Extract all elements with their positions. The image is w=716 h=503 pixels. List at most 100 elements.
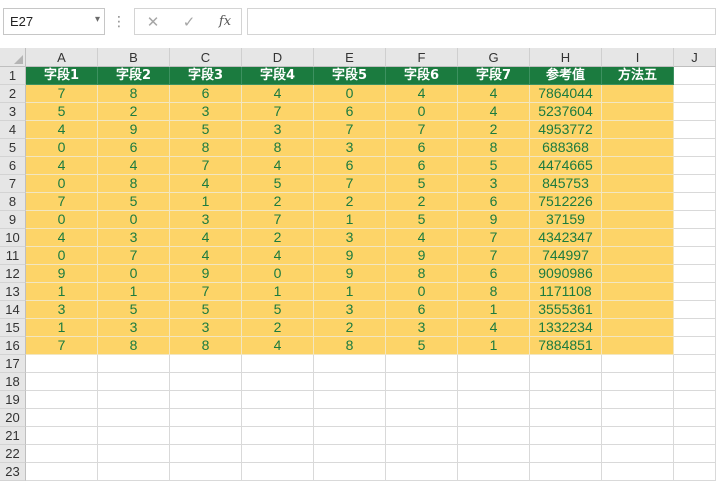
cell-h7[interactable]: 845753 bbox=[530, 175, 602, 193]
cell-g13[interactable]: 8 bbox=[458, 283, 530, 301]
cell-b13[interactable]: 1 bbox=[98, 283, 170, 301]
cell-i12[interactable] bbox=[602, 265, 674, 283]
cell-b9[interactable]: 0 bbox=[98, 211, 170, 229]
chevron-down-icon[interactable]: ▾ bbox=[95, 14, 100, 25]
column-header-e[interactable]: E bbox=[314, 48, 386, 67]
cell-g17[interactable] bbox=[458, 355, 530, 373]
cell-d11[interactable]: 4 bbox=[242, 247, 314, 265]
cell-c11[interactable]: 4 bbox=[170, 247, 242, 265]
cell-j1[interactable] bbox=[674, 67, 716, 85]
row-header-6[interactable]: 6 bbox=[0, 157, 26, 175]
cell-f14[interactable]: 6 bbox=[386, 301, 458, 319]
cell-d19[interactable] bbox=[242, 391, 314, 409]
cell-e9[interactable]: 1 bbox=[314, 211, 386, 229]
cell-a8[interactable]: 7 bbox=[26, 193, 98, 211]
cell-e20[interactable] bbox=[314, 409, 386, 427]
cell-j12[interactable] bbox=[674, 265, 716, 283]
row-header-7[interactable]: 7 bbox=[0, 175, 26, 193]
cell-h16[interactable]: 7884851 bbox=[530, 337, 602, 355]
cell-j21[interactable] bbox=[674, 427, 716, 445]
cell-b5[interactable]: 6 bbox=[98, 139, 170, 157]
row-header-8[interactable]: 8 bbox=[0, 193, 26, 211]
cell-g4[interactable]: 2 bbox=[458, 121, 530, 139]
cell-b8[interactable]: 5 bbox=[98, 193, 170, 211]
cell-e5[interactable]: 3 bbox=[314, 139, 386, 157]
cell-j11[interactable] bbox=[674, 247, 716, 265]
cell-f16[interactable]: 5 bbox=[386, 337, 458, 355]
cell-d14[interactable]: 5 bbox=[242, 301, 314, 319]
cell-d18[interactable] bbox=[242, 373, 314, 391]
cell-f13[interactable]: 0 bbox=[386, 283, 458, 301]
cell-i20[interactable] bbox=[602, 409, 674, 427]
cell-i19[interactable] bbox=[602, 391, 674, 409]
cell-b6[interactable]: 4 bbox=[98, 157, 170, 175]
cell-b20[interactable] bbox=[98, 409, 170, 427]
cell-a20[interactable] bbox=[26, 409, 98, 427]
cell-i23[interactable] bbox=[602, 463, 674, 481]
cell-i11[interactable] bbox=[602, 247, 674, 265]
cell-a16[interactable]: 7 bbox=[26, 337, 98, 355]
cell-a4[interactable]: 4 bbox=[26, 121, 98, 139]
cell-c20[interactable] bbox=[170, 409, 242, 427]
cell-j18[interactable] bbox=[674, 373, 716, 391]
cell-e18[interactable] bbox=[314, 373, 386, 391]
cell-b2[interactable]: 8 bbox=[98, 85, 170, 103]
column-header-i[interactable]: I bbox=[602, 48, 674, 67]
cell-c13[interactable]: 7 bbox=[170, 283, 242, 301]
cell-e14[interactable]: 3 bbox=[314, 301, 386, 319]
cell-j17[interactable] bbox=[674, 355, 716, 373]
cell-a15[interactable]: 1 bbox=[26, 319, 98, 337]
cell-g15[interactable]: 4 bbox=[458, 319, 530, 337]
cell-g21[interactable] bbox=[458, 427, 530, 445]
column-header-f[interactable]: F bbox=[386, 48, 458, 67]
cell-e1[interactable]: 字段5 bbox=[314, 67, 386, 85]
cell-j4[interactable] bbox=[674, 121, 716, 139]
cell-b17[interactable] bbox=[98, 355, 170, 373]
cell-b15[interactable]: 3 bbox=[98, 319, 170, 337]
column-header-d[interactable]: D bbox=[242, 48, 314, 67]
cell-c9[interactable]: 3 bbox=[170, 211, 242, 229]
cell-f8[interactable]: 2 bbox=[386, 193, 458, 211]
cell-g23[interactable] bbox=[458, 463, 530, 481]
cell-i4[interactable] bbox=[602, 121, 674, 139]
cell-f21[interactable] bbox=[386, 427, 458, 445]
cell-h18[interactable] bbox=[530, 373, 602, 391]
cell-c7[interactable]: 4 bbox=[170, 175, 242, 193]
cell-d5[interactable]: 8 bbox=[242, 139, 314, 157]
cell-b22[interactable] bbox=[98, 445, 170, 463]
cell-c16[interactable]: 8 bbox=[170, 337, 242, 355]
cell-b3[interactable]: 2 bbox=[98, 103, 170, 121]
cell-a12[interactable]: 9 bbox=[26, 265, 98, 283]
cell-j15[interactable] bbox=[674, 319, 716, 337]
cell-a14[interactable]: 3 bbox=[26, 301, 98, 319]
cell-i7[interactable] bbox=[602, 175, 674, 193]
column-header-j[interactable]: J bbox=[674, 48, 716, 67]
cell-i17[interactable] bbox=[602, 355, 674, 373]
cell-h17[interactable] bbox=[530, 355, 602, 373]
row-header-22[interactable]: 22 bbox=[0, 445, 26, 463]
cell-a7[interactable]: 0 bbox=[26, 175, 98, 193]
cell-d9[interactable]: 7 bbox=[242, 211, 314, 229]
cell-c3[interactable]: 3 bbox=[170, 103, 242, 121]
checkmark-icon[interactable]: ✓ bbox=[175, 11, 203, 33]
cell-j13[interactable] bbox=[674, 283, 716, 301]
cell-f6[interactable]: 6 bbox=[386, 157, 458, 175]
cell-a3[interactable]: 5 bbox=[26, 103, 98, 121]
cell-f7[interactable]: 5 bbox=[386, 175, 458, 193]
cell-i13[interactable] bbox=[602, 283, 674, 301]
cell-d12[interactable]: 0 bbox=[242, 265, 314, 283]
cell-i9[interactable] bbox=[602, 211, 674, 229]
cell-i21[interactable] bbox=[602, 427, 674, 445]
cell-g1[interactable]: 字段7 bbox=[458, 67, 530, 85]
cell-j19[interactable] bbox=[674, 391, 716, 409]
cell-d23[interactable] bbox=[242, 463, 314, 481]
cell-a23[interactable] bbox=[26, 463, 98, 481]
cell-c18[interactable] bbox=[170, 373, 242, 391]
cell-g7[interactable]: 3 bbox=[458, 175, 530, 193]
column-header-c[interactable]: C bbox=[170, 48, 242, 67]
row-header-3[interactable]: 3 bbox=[0, 103, 26, 121]
cell-g11[interactable]: 7 bbox=[458, 247, 530, 265]
cell-c19[interactable] bbox=[170, 391, 242, 409]
cell-e19[interactable] bbox=[314, 391, 386, 409]
cell-h15[interactable]: 1332234 bbox=[530, 319, 602, 337]
